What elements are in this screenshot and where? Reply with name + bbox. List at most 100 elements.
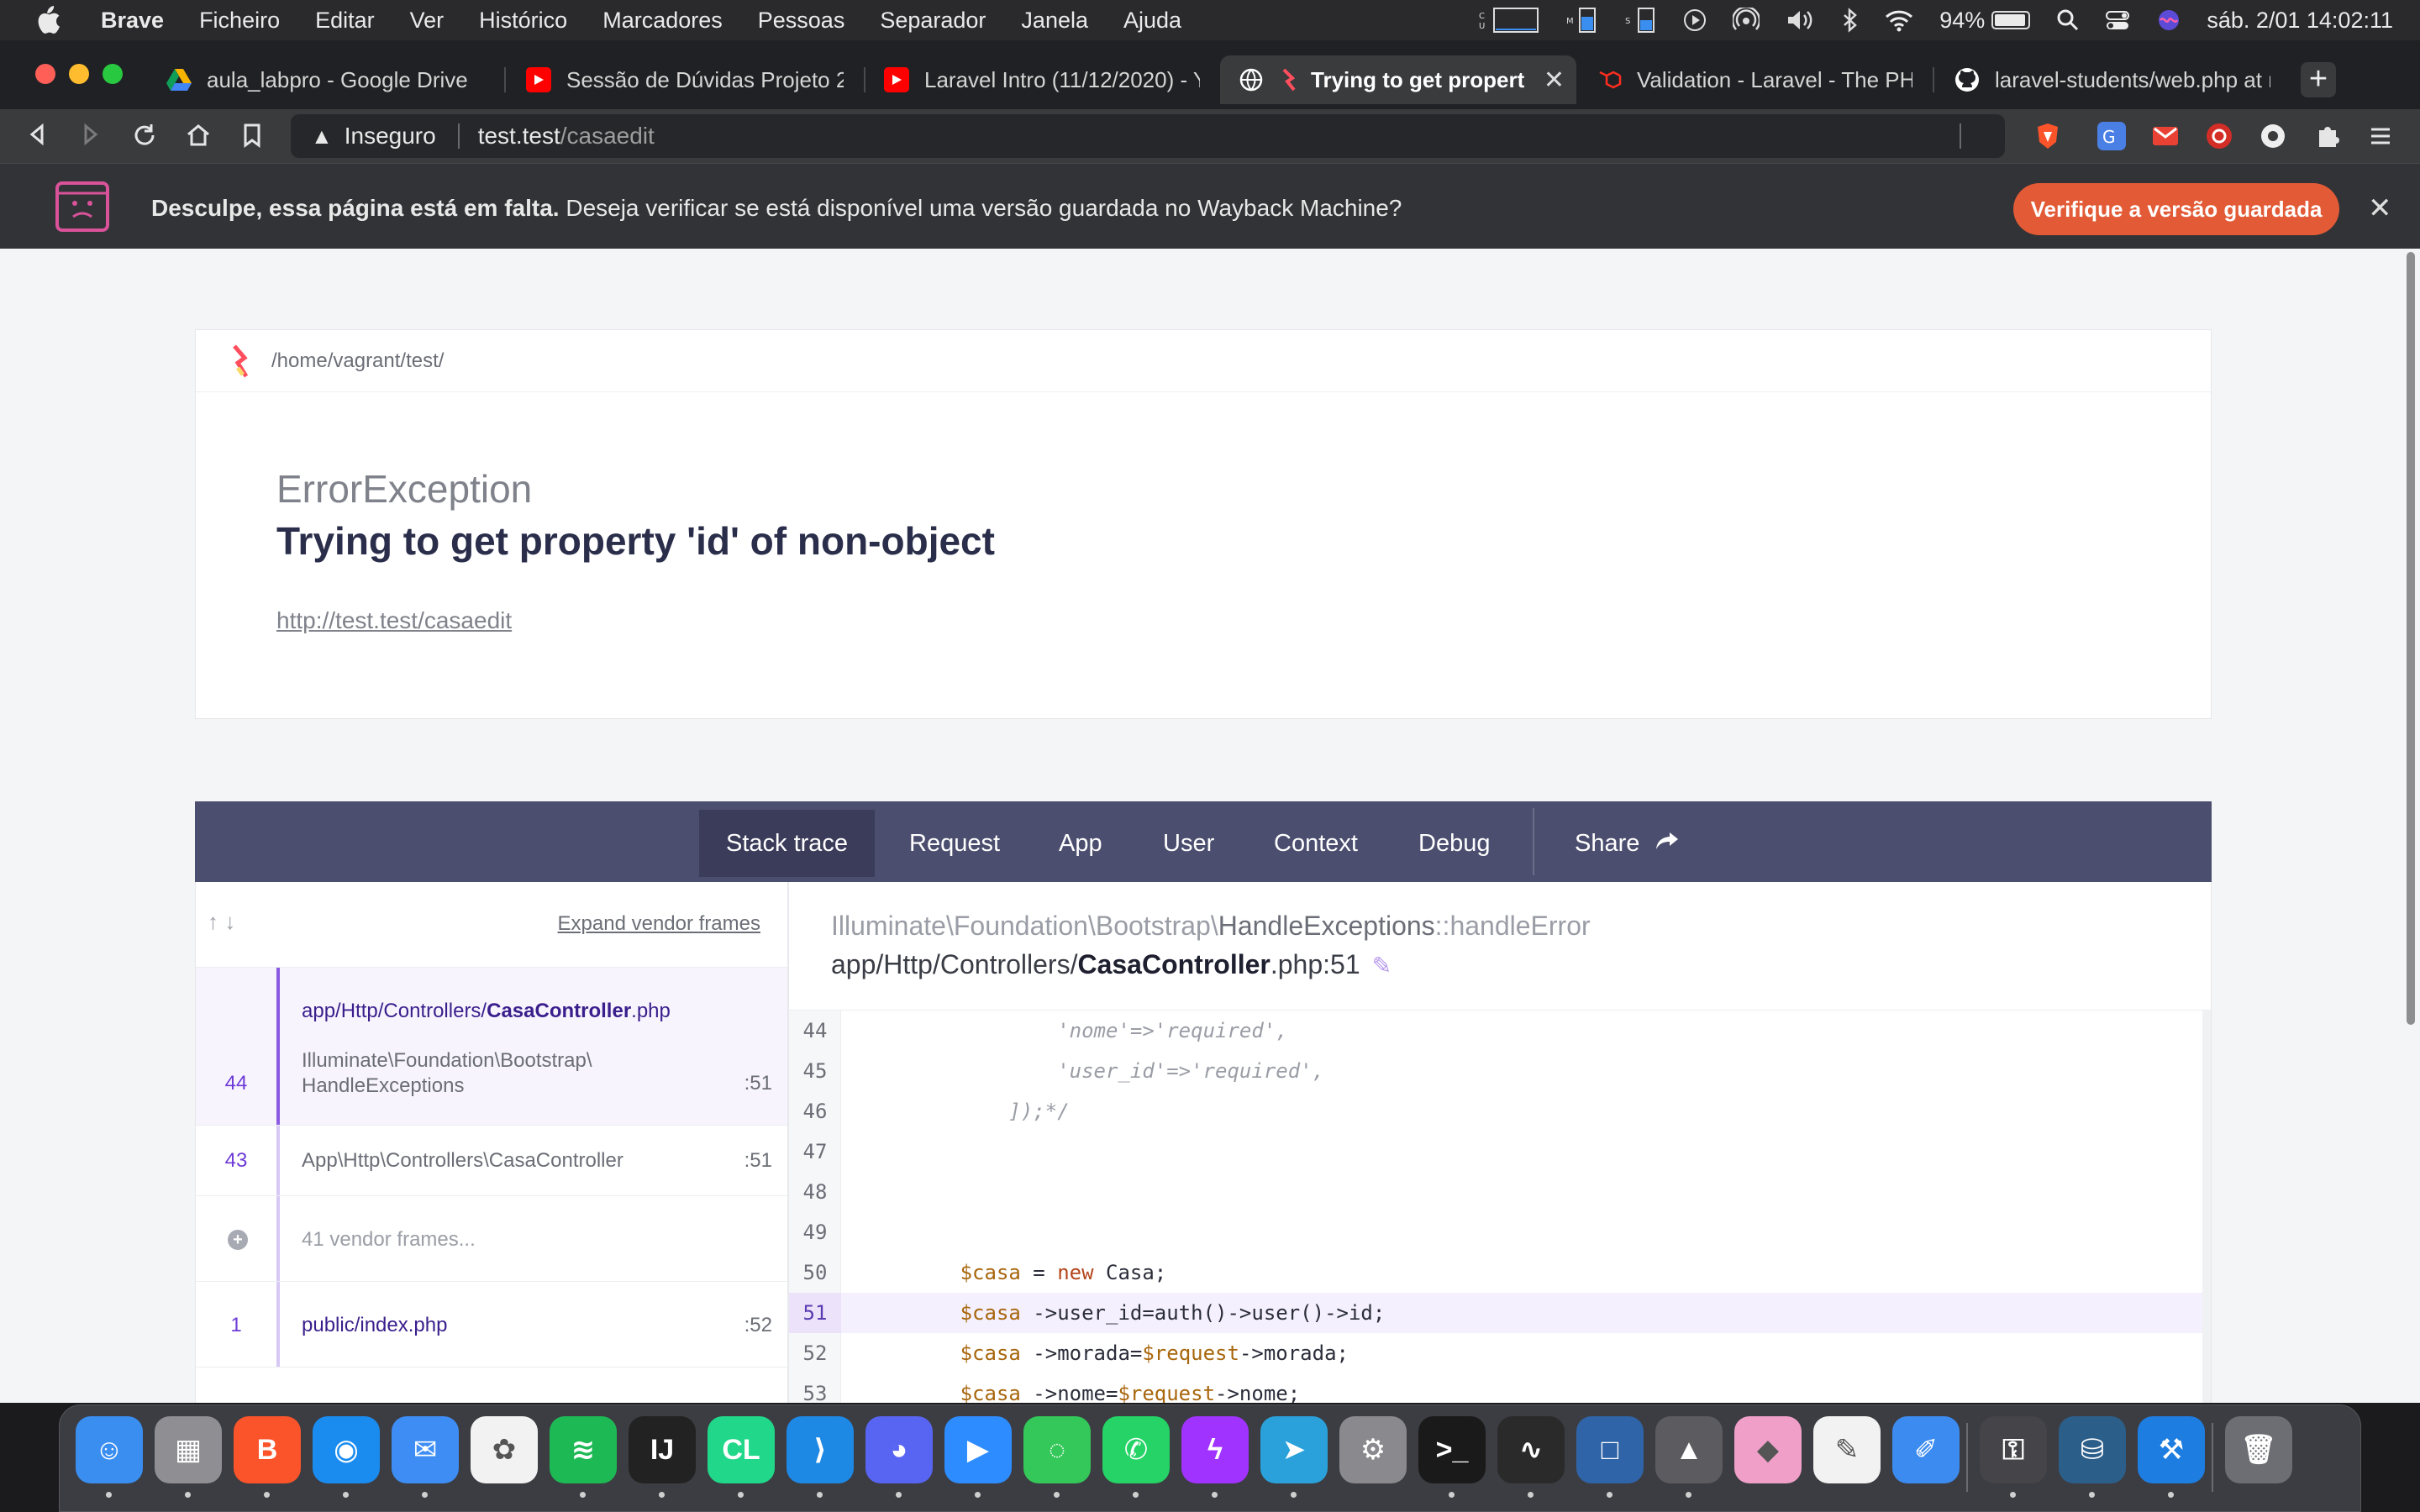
tab-context[interactable]: Context [1247, 810, 1385, 877]
share-button[interactable]: Share [1548, 810, 1707, 877]
telegram-icon[interactable]: ➤ [1260, 1416, 1328, 1483]
messages-icon[interactable]: ◌ [1023, 1416, 1091, 1483]
code-line[interactable]: 53 $casa ->nome=$request->nome; [789, 1373, 2202, 1403]
code-line[interactable]: 46 ]);*/ [789, 1091, 2202, 1131]
safari-icon[interactable]: ◉ [313, 1416, 380, 1483]
request-url-link[interactable]: http://test.test/casaedit [276, 607, 512, 634]
lastpass-extension-icon[interactable] [2205, 122, 2233, 150]
code-line[interactable]: 47 [789, 1131, 2202, 1172]
tab-current-error[interactable]: Trying to get property ' ✕ [1220, 55, 1576, 104]
zoom-icon[interactable]: ▶ [944, 1416, 1012, 1483]
tab-google-drive[interactable]: aula_labpro - Google Drive [148, 55, 501, 104]
tab-youtube-laravel-intro[interactable]: Laravel Intro (11/12/2020) - You [865, 55, 1218, 104]
xcode-icon[interactable]: ⚒ [2138, 1416, 2205, 1483]
code-line[interactable]: 48 [789, 1172, 2202, 1212]
infobar-close-icon[interactable]: ✕ [2368, 192, 2392, 225]
code-line[interactable]: 45 'user_id'=>'required', [789, 1051, 2202, 1091]
home-icon[interactable] [183, 123, 213, 150]
code-line[interactable]: 44 'nome'=>'required', [789, 1011, 2202, 1051]
menu-icon[interactable] [2366, 122, 2395, 150]
page-scrollbar[interactable] [2407, 252, 2415, 1025]
address-bar[interactable]: ▲ Inseguro test.test/casaedit [291, 114, 2005, 158]
virtualbox-icon[interactable]: □ [1576, 1416, 1644, 1483]
window-zoom-button[interactable] [103, 64, 123, 84]
bluetooth-icon[interactable] [1842, 8, 1859, 33]
menubar-clock[interactable]: sáb. 2/01 14:02:11 [2207, 8, 2393, 34]
keynote-icon[interactable]: ▲ [1655, 1416, 1723, 1483]
menu-separador[interactable]: Separador [880, 8, 986, 34]
messenger-icon[interactable]: ϟ [1181, 1416, 1249, 1483]
code-line[interactable]: 50 $casa = new Casa; [789, 1252, 2202, 1293]
menu-ajuda[interactable]: Ajuda [1123, 8, 1181, 34]
insecure-label[interactable]: Inseguro [345, 123, 436, 150]
reload-icon[interactable] [129, 123, 160, 150]
back-icon[interactable] [22, 123, 52, 150]
forward-icon[interactable] [76, 123, 106, 150]
frame-row[interactable]: 43 App\Http\Controllers\CasaController :… [196, 1126, 787, 1196]
code-scrollbar[interactable] [2202, 1011, 2211, 1403]
frame-navigation-arrows-icon[interactable]: ↑ ↓ [208, 909, 235, 935]
tab-laravel-validation[interactable]: Validation - Laravel - The PHP [1578, 55, 1931, 104]
bookmark-icon[interactable] [237, 123, 267, 150]
frame-row-active[interactable]: app/Http/Controllers/CasaController.php … [196, 968, 787, 1126]
activity-monitor-icon[interactable]: ∿ [1497, 1416, 1565, 1483]
code-line[interactable]: 52 $casa ->morada=$request->morada; [789, 1333, 2202, 1373]
intellij-icon[interactable]: IJ [629, 1416, 696, 1483]
spotlight-icon[interactable] [2055, 8, 2079, 33]
expand-vendor-frames-link[interactable]: Expand vendor frames [558, 912, 760, 936]
window-minimize-button[interactable] [69, 64, 89, 84]
discord-icon[interactable]: ◕ [865, 1416, 933, 1483]
airdrop-icon[interactable] [1733, 8, 1760, 33]
translate-extension-icon[interactable]: G [2097, 122, 2126, 150]
terminal-icon[interactable]: >_ [1418, 1416, 1486, 1483]
system-preferences-icon[interactable]: ⚙ [1339, 1416, 1407, 1483]
textedit-icon[interactable]: ✎ [1813, 1416, 1881, 1483]
play-status-icon[interactable] [1682, 8, 1707, 33]
cleanmymac-icon[interactable]: ◆ [1734, 1416, 1802, 1483]
menu-pessoas[interactable]: Pessoas [758, 8, 845, 34]
whatsapp-icon[interactable]: ✆ [1102, 1416, 1170, 1483]
gmail-extension-icon[interactable] [2151, 122, 2180, 150]
control-center-icon[interactable] [2104, 8, 2131, 33]
new-tab-button[interactable]: + [2301, 62, 2336, 97]
disk-monitor-icon[interactable]: S [1623, 7, 1657, 34]
trash-icon[interactable]: 🗑 [2225, 1416, 2292, 1483]
battery-status[interactable]: 94% [1939, 8, 2031, 34]
menu-app-name[interactable]: Brave [101, 8, 164, 34]
extension-icon[interactable] [2259, 122, 2287, 150]
window-close-button[interactable] [35, 64, 55, 84]
menu-ficheiro[interactable]: Ficheiro [199, 8, 280, 34]
mysql-workbench-icon[interactable]: ⛁ [2059, 1416, 2126, 1483]
close-tab-icon[interactable]: ✕ [1544, 66, 1565, 95]
apple-menu-icon[interactable] [35, 6, 60, 34]
wifi-icon[interactable] [1884, 8, 1914, 33]
menu-historico[interactable]: Histórico [479, 8, 567, 34]
launchpad-icon[interactable]: ▦ [155, 1416, 222, 1483]
wayback-check-button[interactable]: Verifique a versão guardada [2013, 183, 2339, 235]
cpu-monitor-icon[interactable]: CU [1477, 7, 1539, 34]
volume-icon[interactable] [1785, 8, 1817, 33]
menu-janela[interactable]: Janela [1021, 8, 1088, 34]
code-line[interactable]: 49 [789, 1212, 2202, 1252]
menu-marcadores[interactable]: Marcadores [602, 8, 723, 34]
vscode-icon[interactable]: ⟩ [786, 1416, 854, 1483]
keychain-icon[interactable]: ⚿ [1980, 1416, 2047, 1483]
pages-icon[interactable]: ✐ [1892, 1416, 1960, 1483]
puzzle-icon[interactable] [2314, 122, 2343, 150]
vendor-frames-row[interactable]: + 41 vendor frames... [196, 1196, 787, 1282]
brave-icon[interactable]: B [234, 1416, 301, 1483]
mail-icon[interactable]: ✉ [392, 1416, 459, 1483]
clion-icon[interactable]: CL [708, 1416, 775, 1483]
tab-app[interactable]: App [1032, 810, 1129, 877]
tab-user[interactable]: User [1136, 810, 1241, 877]
tab-youtube-sessao[interactable]: Sessão de Dúvidas Projeto 29/ [508, 55, 862, 104]
memory-monitor-icon[interactable]: M [1565, 7, 1598, 34]
warning-icon[interactable]: ▲ [311, 123, 333, 150]
finder-icon[interactable]: ☺ [76, 1416, 143, 1483]
tab-stack-trace[interactable]: Stack trace [699, 810, 876, 877]
spotify-icon[interactable]: ≋ [550, 1416, 617, 1483]
siri-icon[interactable] [2156, 8, 2181, 33]
brave-shields-icon[interactable] [2033, 122, 2062, 150]
tab-debug[interactable]: Debug [1392, 810, 1517, 877]
menu-editar[interactable]: Editar [315, 8, 375, 34]
